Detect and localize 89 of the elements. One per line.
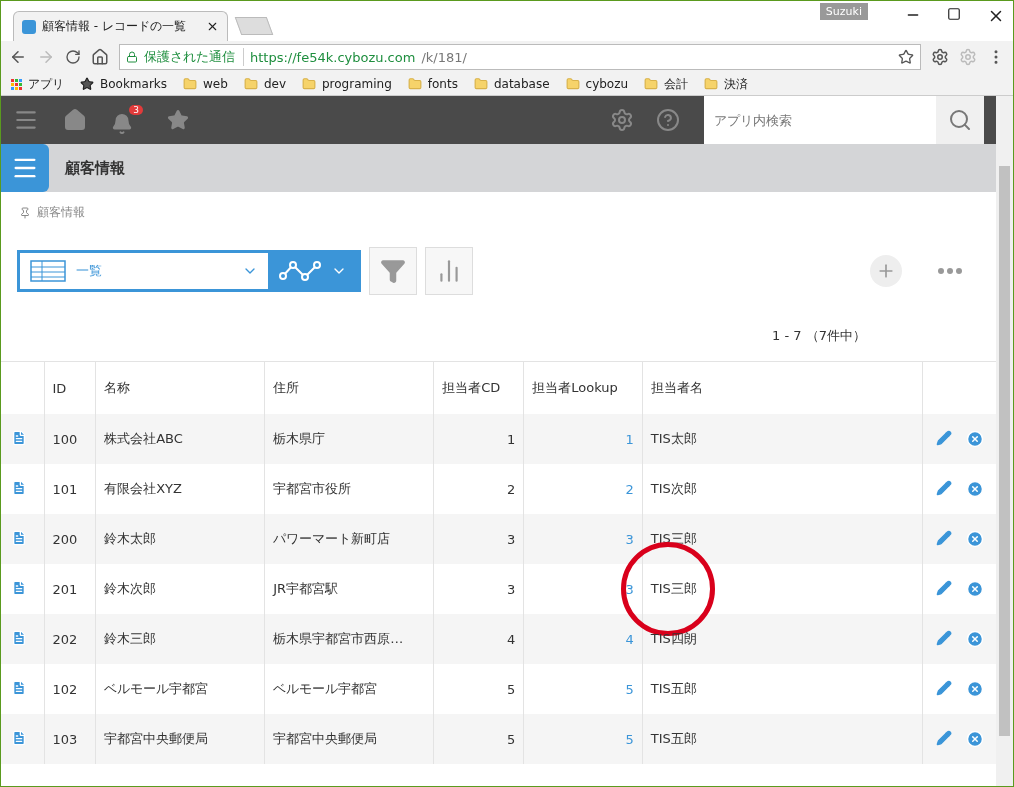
delete-icon[interactable] bbox=[965, 630, 984, 648]
document-icon[interactable] bbox=[11, 429, 27, 446]
view-select[interactable]: 一覧 bbox=[20, 253, 268, 289]
chart-button[interactable] bbox=[425, 247, 473, 295]
folder-icon bbox=[704, 77, 719, 91]
table-cell: TIS四朗 bbox=[650, 631, 697, 646]
url-host: https://fe54k.cybozu.com bbox=[250, 49, 416, 65]
document-icon[interactable] bbox=[11, 679, 27, 696]
back-icon[interactable] bbox=[9, 48, 27, 66]
profile-name: Suzuki bbox=[819, 3, 868, 20]
lock-icon bbox=[126, 51, 138, 63]
help-icon[interactable] bbox=[656, 108, 680, 132]
bookmark-item[interactable]: dev bbox=[243, 77, 286, 91]
pagination-label: 1 - 7 （7件中） bbox=[772, 327, 867, 345]
delete-icon[interactable] bbox=[965, 730, 984, 748]
funnel-icon bbox=[380, 258, 406, 284]
table-cell: 宇都宮中央郵便局 bbox=[95, 714, 265, 764]
folder-icon bbox=[644, 77, 659, 91]
bookmark-item[interactable]: 決済 bbox=[704, 75, 749, 93]
edit-icon[interactable] bbox=[935, 580, 952, 596]
edit-icon[interactable] bbox=[935, 630, 952, 646]
more-icon bbox=[938, 268, 962, 274]
document-icon[interactable] bbox=[11, 479, 27, 496]
bookmark-item[interactable]: cybozu bbox=[565, 77, 629, 91]
table-cell: TIS五郎 bbox=[650, 731, 697, 746]
table-cell: TIS三郎 bbox=[650, 581, 697, 596]
edit-icon[interactable] bbox=[935, 680, 952, 696]
folder-icon bbox=[565, 77, 580, 91]
maximize-icon[interactable] bbox=[947, 7, 961, 21]
table-cell: 5 bbox=[433, 714, 524, 764]
delete-icon[interactable] bbox=[965, 480, 984, 498]
new-tab-button[interactable] bbox=[234, 17, 274, 35]
reload-icon[interactable] bbox=[65, 49, 81, 65]
delete-icon[interactable] bbox=[965, 530, 984, 548]
folder-icon bbox=[183, 77, 198, 91]
line-graph-icon bbox=[279, 260, 321, 282]
add-button[interactable] bbox=[870, 255, 902, 287]
edit-icon[interactable] bbox=[935, 430, 952, 446]
table-cell: TIS五郎 bbox=[650, 681, 697, 696]
forward-icon[interactable] bbox=[37, 48, 55, 66]
folder-icon bbox=[243, 77, 258, 91]
table-cell: 103 bbox=[44, 714, 96, 764]
search-icon bbox=[948, 108, 972, 132]
app-icon bbox=[22, 19, 36, 34]
folder-icon bbox=[407, 77, 422, 91]
url-path: /k/181/ bbox=[421, 49, 468, 65]
filter-button[interactable] bbox=[369, 247, 417, 295]
notification-badge: 3 bbox=[129, 105, 143, 115]
delete-icon[interactable] bbox=[965, 580, 984, 598]
edit-icon[interactable] bbox=[935, 530, 952, 546]
pin-icon bbox=[19, 206, 31, 219]
scrollbar-thumb[interactable] bbox=[999, 166, 1010, 736]
table-cell: TIS太郎 bbox=[650, 431, 697, 446]
bell-icon[interactable] bbox=[111, 113, 133, 135]
table-cell: TIS次郎 bbox=[650, 481, 697, 496]
address-bar[interactable]: 保護された通信 https://fe54k.cybozu.com /k/181/ bbox=[119, 44, 921, 70]
tab-title: 顧客情報 - レコードの一覧 bbox=[42, 18, 186, 35]
bookmark-star-icon[interactable] bbox=[898, 49, 914, 65]
document-icon[interactable] bbox=[11, 729, 27, 746]
delete-icon[interactable] bbox=[965, 430, 984, 448]
table-icon bbox=[30, 260, 66, 282]
bookmark-item[interactable]: programing bbox=[302, 77, 392, 91]
search-button[interactable] bbox=[936, 96, 984, 144]
edit-icon[interactable] bbox=[935, 730, 952, 746]
search-field[interactable]: アプリ内検索 bbox=[704, 96, 936, 144]
app-title: 顧客情報 bbox=[65, 158, 125, 178]
bookmark-item[interactable]: fonts bbox=[407, 77, 458, 91]
star-icon bbox=[80, 77, 94, 91]
breadcrumb[interactable]: 顧客情報 bbox=[37, 204, 85, 221]
settings-icon[interactable] bbox=[931, 48, 949, 66]
edit-icon[interactable] bbox=[935, 480, 952, 496]
delete-icon[interactable] bbox=[965, 680, 984, 698]
document-icon[interactable] bbox=[11, 629, 27, 646]
close-icon[interactable] bbox=[206, 20, 219, 33]
star-icon[interactable] bbox=[167, 109, 189, 131]
bookmark-item[interactable]: web bbox=[183, 77, 228, 91]
document-icon[interactable] bbox=[11, 579, 27, 596]
grid-icon bbox=[11, 78, 22, 90]
folder-icon bbox=[473, 77, 488, 91]
folder-icon bbox=[302, 77, 316, 91]
secure-label: 保護された通信 bbox=[144, 48, 244, 66]
document-icon[interactable] bbox=[11, 529, 27, 546]
bookmark-item[interactable]: Bookmarks bbox=[80, 77, 168, 91]
bookmark-item[interactable]: アプリ bbox=[11, 75, 64, 93]
home-icon[interactable] bbox=[91, 48, 109, 66]
bookmark-item[interactable]: database bbox=[473, 77, 550, 91]
table-cell: 宇都宮中央郵便局 bbox=[264, 714, 434, 764]
browser-tab[interactable]: 顧客情報 - レコードの一覧 bbox=[13, 11, 228, 41]
bookmark-item[interactable]: 会計 bbox=[644, 75, 689, 93]
